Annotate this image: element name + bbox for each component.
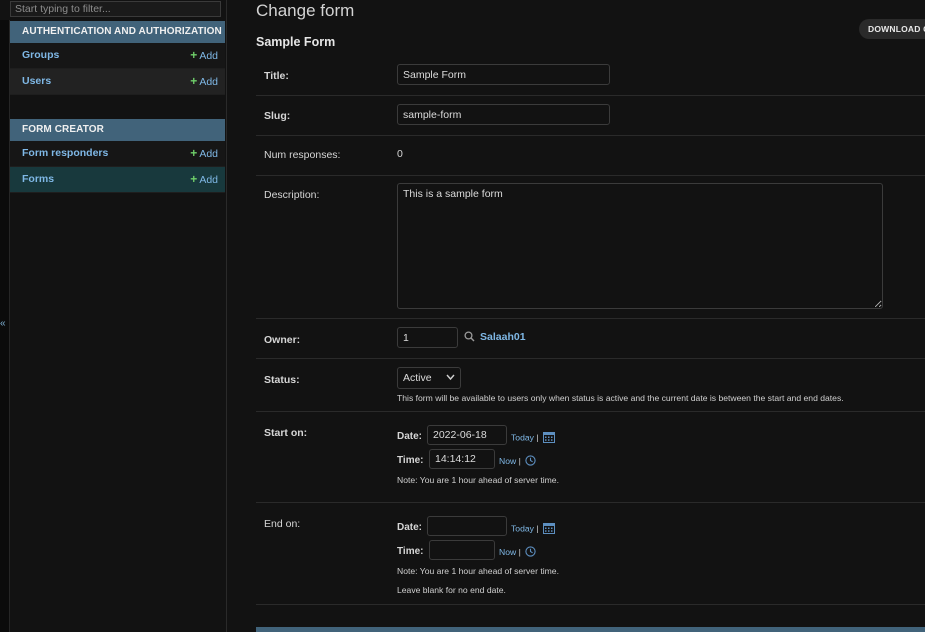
nav-filter-input[interactable]: [10, 1, 221, 17]
field-row-start-on: Start on: Date: Today | Time: Now | Note…: [256, 412, 925, 503]
add-label: Add: [199, 50, 218, 62]
end-time-input[interactable]: [429, 540, 495, 560]
end-date-label: Date:: [397, 522, 423, 533]
module-caption[interactable]: FORM CREATOR: [10, 119, 225, 141]
end-timezone-note: Note: You are 1 hour ahead of server tim…: [397, 566, 559, 576]
owner-label: Owner:: [264, 334, 301, 346]
sidebar-link-form-responders[interactable]: Form responders: [22, 141, 108, 166]
field-row-end-on: End on: Date: Today | Time: Now | Note: …: [256, 503, 925, 605]
chevron-down-icon: [446, 368, 455, 393]
start-time-input[interactable]: [429, 449, 495, 469]
module-form-creator: FORM CREATOR Form responders + Add Forms …: [10, 119, 225, 193]
owner-name-link[interactable]: Salaah01: [480, 331, 526, 343]
title-input[interactable]: [397, 64, 610, 85]
num-responses-label: Num responses:: [264, 149, 341, 161]
fieldset-heading: Sample Form: [256, 35, 336, 49]
add-label: Add: [199, 174, 218, 186]
shortcut-separator: |: [518, 546, 521, 557]
end-date-input[interactable]: [427, 516, 507, 536]
sidebar-item-form-responders: Form responders + Add: [10, 141, 225, 167]
add-forms-link[interactable]: + Add: [190, 167, 218, 193]
sidebar-item-groups: Groups + Add: [10, 43, 225, 69]
plus-icon: +: [190, 48, 198, 62]
end-time-shortcuts: Now |: [499, 546, 536, 559]
slug-input[interactable]: [397, 104, 610, 125]
status-help-text: This form will be available to users onl…: [397, 393, 844, 403]
add-users-link[interactable]: + Add: [190, 69, 218, 95]
start-time-label: Time:: [397, 455, 424, 466]
description-textarea[interactable]: This is a sample form: [397, 183, 883, 309]
module-auth: AUTHENTICATION AND AUTHORIZATION Groups …: [10, 21, 225, 95]
field-row-owner: Owner: Salaah01: [256, 319, 925, 359]
sidebar-toggle-icon[interactable]: «: [0, 318, 8, 329]
nav-sidebar: « AUTHENTICATION AND AUTHORIZATION Group…: [0, 0, 227, 632]
submit-row: [256, 627, 925, 632]
sidebar-link-groups[interactable]: Groups: [22, 43, 59, 68]
owner-input[interactable]: [397, 327, 458, 348]
field-row-title: Title:: [256, 56, 925, 96]
shortcut-separator: |: [518, 455, 521, 466]
plus-icon: +: [190, 146, 198, 160]
sidebar-link-users[interactable]: Users: [22, 69, 51, 94]
now-link[interactable]: Now: [499, 547, 516, 557]
module-caption[interactable]: AUTHENTICATION AND AUTHORIZATION: [10, 21, 225, 43]
add-form-responders-link[interactable]: + Add: [190, 141, 218, 167]
download-csv-button[interactable]: DOWNLOAD CSV: [859, 19, 925, 39]
today-link[interactable]: Today: [511, 523, 534, 533]
sidebar-item-forms: Forms + Add: [10, 167, 225, 193]
sidebar-link-forms[interactable]: Forms: [22, 167, 54, 192]
calendar-icon[interactable]: [542, 522, 555, 536]
start-timezone-note: Note: You are 1 hour ahead of server tim…: [397, 475, 559, 485]
search-icon[interactable]: [464, 331, 475, 345]
field-row-num-responses: Num responses: 0: [256, 136, 925, 176]
calendar-icon[interactable]: [542, 431, 555, 445]
add-label: Add: [199, 148, 218, 160]
start-date-label: Date:: [397, 431, 423, 442]
num-responses-value: 0: [397, 148, 403, 160]
status-select-value: Active: [403, 372, 432, 384]
clock-icon[interactable]: [525, 455, 536, 468]
start-date-input[interactable]: [427, 425, 507, 445]
status-label: Status:: [264, 374, 300, 386]
page-title: Change form: [256, 1, 355, 20]
field-row-status: Status: Active This form will be availab…: [256, 359, 925, 412]
shortcut-separator: |: [536, 523, 539, 534]
title-label: Title:: [264, 70, 289, 82]
description-label: Description:: [264, 189, 320, 201]
slug-label: Slug:: [264, 110, 291, 122]
end-on-label: End on:: [264, 518, 301, 530]
field-row-description: Description: This is a sample form: [256, 176, 925, 319]
start-time-shortcuts: Now |: [499, 455, 536, 468]
now-link[interactable]: Now: [499, 456, 516, 466]
field-row-slug: Slug:: [256, 96, 925, 136]
status-select[interactable]: Active: [397, 367, 461, 389]
end-date-shortcuts: Today |: [511, 522, 555, 536]
plus-icon: +: [190, 172, 198, 186]
sidebar-item-users: Users + Add: [10, 69, 225, 95]
start-date-shortcuts: Today |: [511, 431, 555, 445]
add-label: Add: [199, 76, 218, 88]
add-groups-link[interactable]: + Add: [190, 43, 218, 69]
clock-icon[interactable]: [525, 546, 536, 559]
start-on-label: Start on:: [264, 427, 308, 439]
today-link[interactable]: Today: [511, 432, 534, 442]
end-on-help-text: Leave blank for no end date.: [397, 585, 506, 595]
end-time-label: Time:: [397, 546, 424, 557]
shortcut-separator: |: [536, 432, 539, 443]
plus-icon: +: [190, 74, 198, 88]
